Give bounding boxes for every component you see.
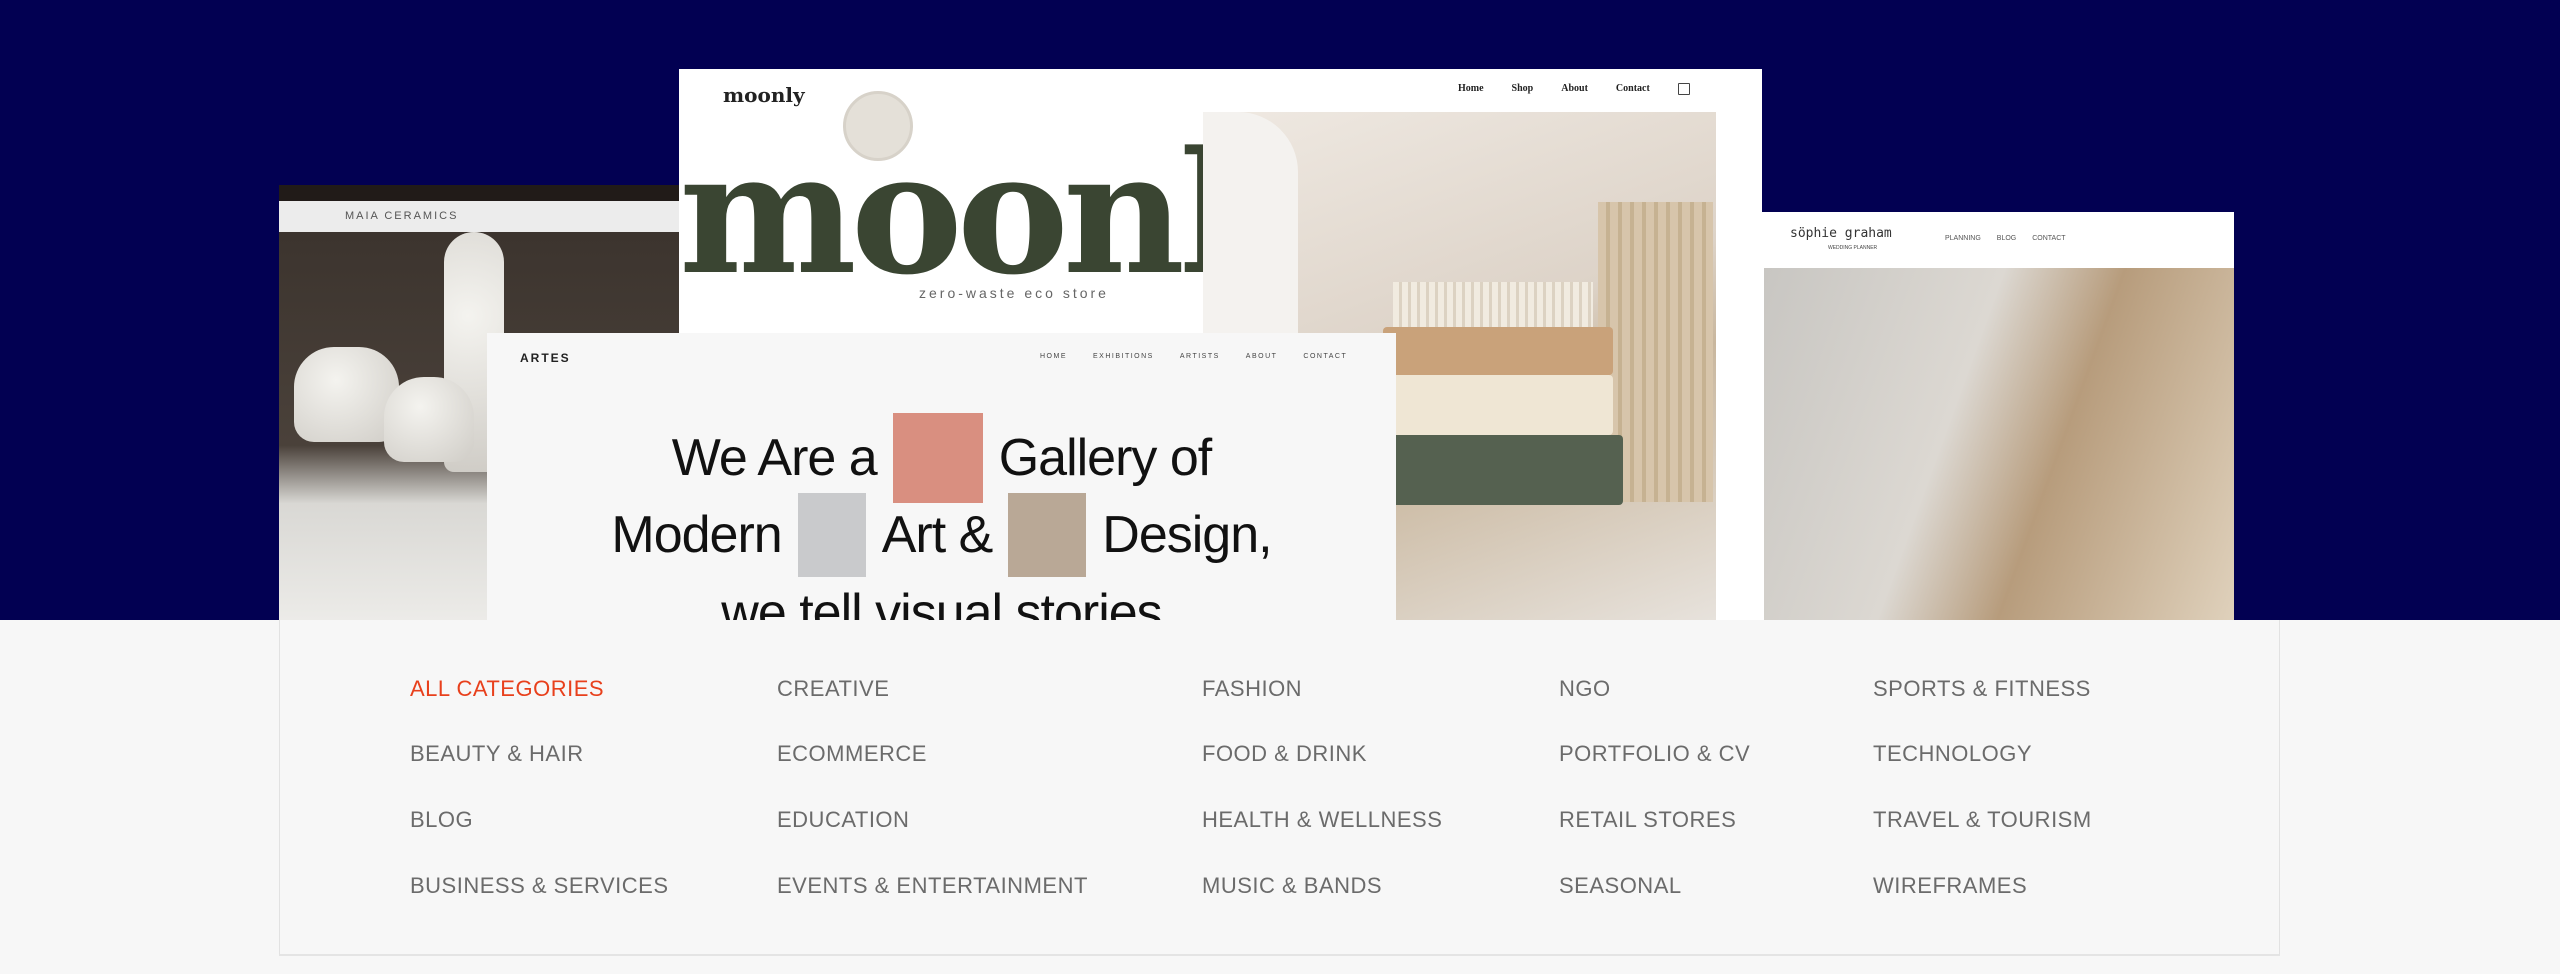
nav-exhibitions: EXHIBITIONS — [1093, 353, 1154, 360]
headline-line-2: Modern Art & Design, — [487, 493, 1396, 577]
headline-line-3: we tell visual stories — [721, 584, 1162, 620]
artes-preview[interactable]: ARTES HOME EXHIBITIONS ARTISTS ABOUT CON… — [487, 333, 1396, 620]
nav-home: Home — [1458, 83, 1484, 94]
category-link[interactable]: CREATIVE — [777, 676, 889, 702]
cup-image — [384, 377, 474, 462]
shopping-bag-icon — [1677, 83, 1690, 95]
headline-text: We Are a — [671, 429, 878, 487]
artwork-thumbnail — [892, 413, 983, 503]
headline-text: Design, — [1102, 506, 1272, 564]
category-link[interactable]: PORTFOLIO & CV — [1559, 741, 1750, 767]
sculpture-thumbnail — [797, 493, 866, 577]
soap — [1383, 327, 1613, 375]
artes-logo: ARTES — [520, 351, 571, 365]
category-link[interactable]: MUSIC & BANDS — [1202, 873, 1382, 899]
category-link[interactable]: TRAVEL & TOURISM — [1873, 807, 2092, 833]
artes-nav: HOME EXHIBITIONS ARTISTS ABOUT CONTACT — [1040, 353, 1347, 360]
soap — [1363, 435, 1623, 505]
nav-contact: CONTACT — [2032, 235, 2066, 242]
nav-blog: BLOG — [1996, 235, 2017, 242]
sophie-logo: söphie graham — [1790, 226, 1892, 241]
category-link[interactable]: ECOMMERCE — [777, 741, 927, 767]
moonly-tagline: zero-waste eco store — [919, 285, 1109, 301]
category-link[interactable]: ALL CATEGORIES — [410, 676, 604, 702]
headline-text: Gallery of — [998, 429, 1213, 487]
category-link[interactable]: EDUCATION — [777, 807, 909, 833]
category-link[interactable]: HEALTH & WELLNESS — [1202, 807, 1442, 833]
moonly-logo: moonly — [723, 83, 805, 107]
nav-contact: CONTACT — [1303, 353, 1348, 360]
moonly-nav: Home Shop About Contact — [1458, 83, 1690, 95]
headline-text: Modern — [611, 506, 782, 564]
sophie-graham-preview[interactable]: söphie graham WEDDING PLANNER PLANNING B… — [1762, 212, 2234, 620]
headline-text: Art & — [881, 506, 994, 564]
soap — [1383, 375, 1613, 435]
category-link[interactable]: SEASONAL — [1559, 873, 1682, 899]
category-link[interactable]: FOOD & DRINK — [1202, 741, 1367, 767]
category-link[interactable]: BLOG — [410, 807, 473, 833]
category-link[interactable]: NGO — [1559, 676, 1611, 702]
headline-line-1: We Are a Gallery of — [487, 413, 1396, 503]
nav-planning: PLANNING — [1945, 235, 1981, 242]
nav-artists: ARTISTS — [1179, 353, 1220, 360]
category-link[interactable]: BEAUTY & HAIR — [410, 741, 584, 767]
announcement-bar — [279, 185, 680, 201]
sophie-subtitle: WEDDING PLANNER — [1828, 245, 1878, 251]
portrait-thumbnail — [1008, 493, 1087, 577]
nav-about: ABOUT — [1245, 353, 1278, 360]
maia-brand: MAIA CERAMICS — [279, 201, 680, 232]
wedding-photo — [1764, 268, 2234, 620]
category-link[interactable]: TECHNOLOGY — [1873, 741, 2032, 767]
nav-about: About — [1561, 83, 1588, 94]
nav-home: HOME — [1040, 353, 1067, 360]
brush — [1393, 282, 1593, 327]
nav-shop: Shop — [1511, 83, 1534, 94]
category-link[interactable]: BUSINESS & SERVICES — [410, 873, 669, 899]
category-link[interactable]: EVENTS & ENTERTAINMENT — [777, 873, 1088, 899]
template-preview-hero: MAIA CERAMICS moonly Home Shop About Con… — [0, 0, 2560, 620]
sophie-nav: PLANNING BLOG CONTACT — [1945, 235, 2066, 242]
nav-contact: Contact — [1615, 83, 1650, 94]
category-filter-panel — [279, 620, 2280, 956]
category-link[interactable]: RETAIL STORES — [1559, 807, 1736, 833]
category-link[interactable]: SPORTS & FITNESS — [1873, 676, 2091, 702]
category-link[interactable]: WIREFRAMES — [1873, 873, 2027, 899]
category-link[interactable]: FASHION — [1202, 676, 1302, 702]
